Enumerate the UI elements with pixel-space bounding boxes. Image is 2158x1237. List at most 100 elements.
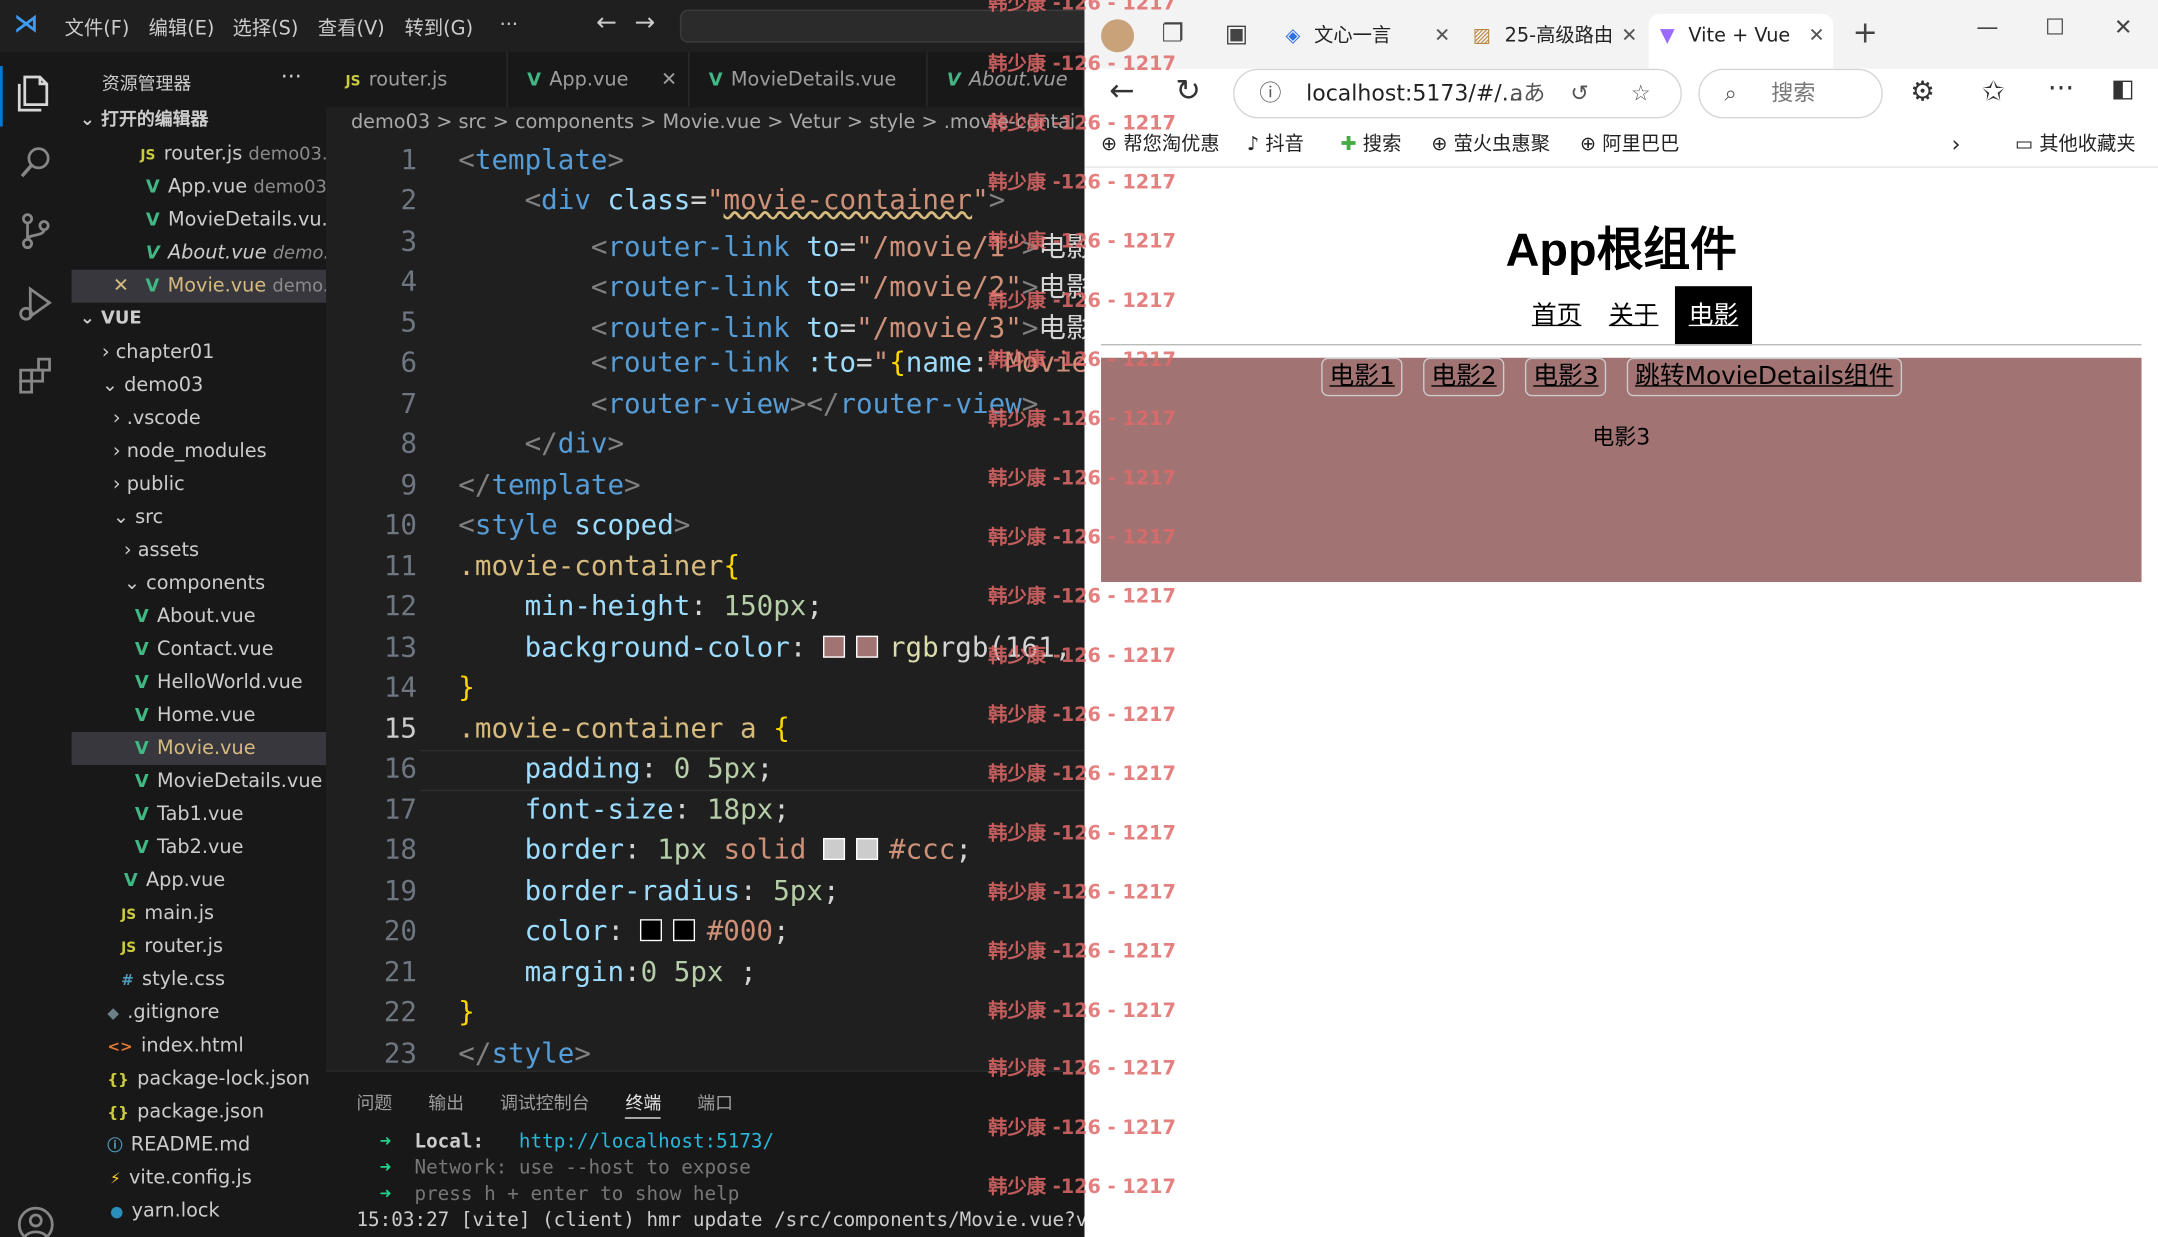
breadcrumb[interactable]: demo03 > src > components > Movie.vue > …: [326, 107, 1084, 137]
workspaces-icon[interactable]: ❐: [1162, 19, 1184, 48]
favorite-item[interactable]: ⊕ 萤火虫惠聚: [1431, 121, 1550, 168]
movie-details-link[interactable]: 跳转MovieDetails组件: [1626, 357, 1902, 397]
favorites-icon[interactable]: ✩: [1982, 74, 2005, 107]
tree-folder[interactable]: › assets: [72, 534, 327, 567]
open-editor-item-active[interactable]: ✕VMovie.vue demo...: [71, 269, 327, 303]
tree-file[interactable]: {} package-lock.json: [72, 1062, 327, 1095]
code-editor[interactable]: 1 2 3 4 5 6 7 8 9 10 11 12 13 14 15 16 1…: [326, 138, 1085, 1071]
tree-file[interactable]: V Home.vue: [72, 699, 327, 732]
tree-file[interactable]: {} package.json: [72, 1095, 327, 1128]
terminal-output[interactable]: ➜ Local: http://localhost:5173/ ➜ Networ…: [356, 1130, 1084, 1235]
tree-folder[interactable]: › public: [72, 468, 327, 501]
nav-link-home[interactable]: 首页: [1525, 286, 1588, 345]
tree-file[interactable]: ⓘ README.md: [72, 1128, 327, 1161]
search-icon[interactable]: [14, 140, 58, 184]
panel-tab-problems[interactable]: 问题: [356, 1094, 392, 1115]
run-debug-icon[interactable]: [14, 281, 58, 325]
tree-file[interactable]: V App.vue: [72, 864, 327, 897]
browser-tab[interactable]: ◈ 文心一言 ✕: [1285, 14, 1456, 58]
tree-file[interactable]: ◆ .gitignore: [72, 996, 327, 1029]
color-swatch[interactable]: [822, 837, 845, 860]
minimize-icon[interactable]: —: [1976, 14, 1998, 40]
info-icon[interactable]: ⓘ: [1259, 70, 1281, 117]
chevron-right-icon[interactable]: ›: [1952, 121, 1961, 168]
tree-folder[interactable]: › node_modules: [72, 435, 327, 468]
maximize-icon[interactable]: ☐: [2045, 14, 2065, 40]
favorite-item[interactable]: ✚ 搜索: [1341, 121, 1402, 168]
browser-tab[interactable]: ▨ 25-高级路由 ✕: [1473, 13, 1644, 58]
tree-file[interactable]: <> index.html: [72, 1029, 327, 1062]
favorite-item[interactable]: ⊕ 阿里巴巴: [1580, 121, 1679, 168]
tree-folder[interactable]: › .vscode: [72, 402, 327, 435]
tree-folder[interactable]: › chapter01: [72, 336, 327, 369]
tab-moviedetails-vue[interactable]: V MovieDetails.vue: [690, 52, 928, 108]
tab-router-js[interactable]: JS router.js: [326, 52, 508, 108]
close-icon[interactable]: ✕: [1434, 14, 1450, 58]
menu-edit[interactable]: 编辑(E): [149, 14, 215, 42]
open-editors-header[interactable]: ⌄ 打开的编辑器: [72, 105, 327, 138]
extensions-icon[interactable]: ⚙: [1910, 74, 1935, 107]
tree-file[interactable]: JS main.js: [72, 897, 327, 930]
back-arrow-icon[interactable]: ←: [596, 8, 617, 37]
menu-selection[interactable]: 选择(S): [233, 14, 299, 42]
menu-go[interactable]: 转到(G): [405, 14, 474, 42]
nav-link-about[interactable]: 关于: [1602, 286, 1665, 345]
tree-file[interactable]: V Contact.vue: [72, 633, 327, 666]
panel-tab-ports[interactable]: 端口: [697, 1094, 733, 1115]
account-icon[interactable]: [14, 1203, 58, 1237]
open-editor-item[interactable]: VAbout.vue demo...: [72, 237, 326, 270]
panel-tab-debug-console[interactable]: 调试控制台: [500, 1094, 589, 1115]
new-tab-icon[interactable]: +: [1852, 17, 1877, 51]
source-control-icon[interactable]: [14, 209, 58, 253]
tree-file[interactable]: ⚡ vite.config.js: [72, 1161, 327, 1194]
forward-arrow-icon[interactable]: →: [634, 8, 655, 37]
address-bar[interactable]: ⓘ localhost:5173/#/... aあ ↺ ☆: [1233, 68, 1682, 119]
sidebar-toggle-icon[interactable]: ◧: [2111, 74, 2134, 103]
tree-file[interactable]: # style.css: [72, 963, 327, 996]
tree-folder[interactable]: ⌄ demo03: [72, 369, 327, 402]
tree-file[interactable]: V About.vue: [72, 600, 327, 633]
tab-app-vue[interactable]: V App.vue ✕: [508, 52, 690, 108]
more-menu-icon[interactable]: ···: [2048, 72, 2074, 105]
color-swatch[interactable]: [855, 635, 878, 658]
favorite-item[interactable]: ♪ 抖音: [1247, 121, 1304, 168]
nav-link-movie-active[interactable]: 电影: [1674, 286, 1753, 346]
refresh-icon[interactable]: ↻: [1175, 74, 1200, 108]
close-window-icon[interactable]: ✕: [2114, 14, 2132, 40]
menu-file[interactable]: 文件(F): [65, 14, 130, 42]
more-actions-icon[interactable]: ···: [281, 63, 302, 89]
tree-folder[interactable]: ⌄ src: [72, 501, 327, 534]
browser-search-box[interactable]: ⌕ 搜索: [1698, 68, 1883, 119]
panel-tab-output[interactable]: 输出: [428, 1094, 464, 1115]
back-icon[interactable]: ←: [1109, 74, 1134, 108]
color-swatch[interactable]: [640, 919, 663, 942]
tree-file[interactable]: ● yarn.lock: [72, 1194, 327, 1227]
avatar[interactable]: [1101, 19, 1135, 53]
tree-folder[interactable]: ⌄ components: [72, 567, 327, 600]
tree-file[interactable]: V Tab1.vue: [72, 798, 327, 831]
menu-view[interactable]: 查看(V): [318, 14, 385, 42]
open-editor-item[interactable]: VApp.vue demo03...: [72, 171, 326, 204]
tree-file[interactable]: V HelloWorld.vue: [72, 666, 327, 699]
close-icon[interactable]: ✕: [72, 275, 129, 297]
tree-file[interactable]: V Tab2.vue: [72, 831, 327, 864]
color-swatch[interactable]: [822, 635, 845, 658]
browser-tab-active[interactable]: ▼ Vite + Vue ✕: [1648, 13, 1834, 69]
tree-file-selected[interactable]: V Movie.vue: [71, 732, 327, 766]
close-icon[interactable]: ✕: [1808, 14, 1824, 58]
close-icon[interactable]: ✕: [661, 52, 677, 107]
extensions-icon[interactable]: [14, 352, 58, 396]
color-swatch[interactable]: [855, 837, 879, 860]
tree-file[interactable]: V MovieDetails.vue: [72, 765, 327, 798]
tree-file[interactable]: JS router.js: [72, 930, 327, 963]
movie-link-3[interactable]: 电影3: [1524, 357, 1607, 397]
movie-link-2[interactable]: 电影2: [1423, 357, 1505, 397]
panel-tab-terminal[interactable]: 终端: [625, 1093, 662, 1119]
menu-more[interactable]: ···: [500, 14, 518, 36]
read-aloud-icon[interactable]: aあ: [1510, 70, 1546, 117]
close-icon[interactable]: ✕: [1621, 13, 1638, 58]
color-swatch[interactable]: [673, 919, 696, 942]
other-favorites-folder[interactable]: ▭ 其他收藏夹: [2015, 121, 2136, 168]
movie-link-1[interactable]: 电影1: [1321, 357, 1404, 397]
favorite-star-icon[interactable]: ☆: [1631, 70, 1651, 117]
